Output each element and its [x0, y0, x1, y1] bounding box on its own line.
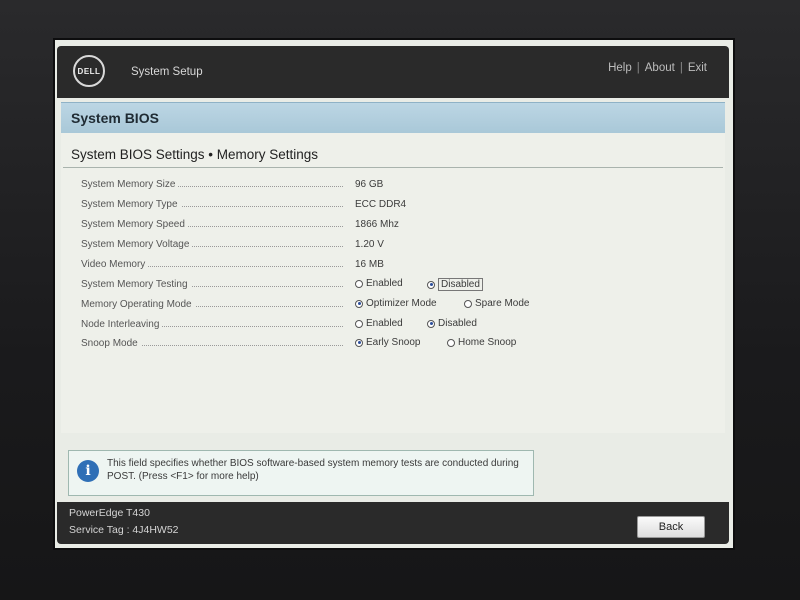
link-separator: |	[636, 62, 640, 74]
radio-label: Optimizer Mode	[366, 298, 437, 309]
radio-label: Home Snoop	[458, 337, 517, 348]
radio-button[interactable]	[447, 338, 455, 347]
section-bar: System BIOS	[61, 102, 725, 134]
setting-label: Memory Operating Mode	[81, 299, 343, 310]
section-title: System BIOS	[71, 110, 159, 126]
setting-value: 1.20 V	[355, 239, 384, 250]
setting-row-memory-voltage: System Memory Voltage 1.20 V	[81, 236, 701, 254]
about-link[interactable]: About	[645, 62, 675, 74]
setting-row-node-interleaving: Node Interleaving Enabled Disabled	[81, 316, 701, 334]
setting-label-text: Snoop Mode	[81, 338, 141, 349]
help-link[interactable]: Help	[608, 62, 632, 74]
setting-label: Snoop Mode	[81, 338, 343, 349]
radio-button-selected[interactable]	[427, 280, 435, 289]
setting-row-memory-size: System Memory Size 96 GB	[81, 176, 701, 194]
setting-label: System Memory Type	[81, 199, 343, 210]
setting-row-video-memory: Video Memory 16 MB	[81, 256, 701, 274]
setting-label-text: System Memory Testing	[81, 279, 191, 290]
radio-label: Enabled	[366, 278, 403, 289]
setting-label-text: System Memory Size	[81, 179, 179, 190]
setting-label-text: Node Interleaving	[81, 319, 163, 330]
setting-value: ECC DDR4	[355, 199, 407, 210]
radio-option-disabled[interactable]: Disabled	[427, 318, 477, 329]
radio-button-selected[interactable]	[427, 319, 435, 328]
radio-option-disabled[interactable]: Disabled	[427, 278, 483, 291]
app-title: System Setup	[131, 66, 203, 78]
radio-label: Disabled	[438, 318, 477, 329]
setting-value: 1866 Mhz	[355, 219, 399, 230]
setting-label-text: System Memory Speed	[81, 219, 188, 230]
radio-option-optimizer-mode[interactable]: Optimizer Mode	[355, 298, 437, 309]
info-icon: i	[77, 460, 99, 482]
system-model: PowerEdge T430	[69, 507, 150, 519]
top-links: Help | About | Exit	[608, 62, 707, 74]
radio-label: Enabled	[366, 318, 403, 329]
exit-link[interactable]: Exit	[688, 62, 707, 74]
radio-option-enabled[interactable]: Enabled	[355, 318, 403, 329]
setting-label: System Memory Speed	[81, 219, 343, 230]
setting-row-memory-speed: System Memory Speed 1866 Mhz	[81, 216, 701, 234]
setting-label-text: System Memory Voltage	[81, 239, 193, 250]
page-title: System BIOS Settings • Memory Settings	[71, 147, 319, 162]
setting-label: System Memory Voltage	[81, 239, 343, 250]
radio-option-early-snoop[interactable]: Early Snoop	[355, 337, 420, 348]
divider	[63, 167, 723, 168]
radio-label-focused: Disabled	[438, 278, 483, 291]
radio-button[interactable]	[464, 299, 472, 308]
back-button[interactable]: Back	[637, 516, 705, 538]
setting-label-text: Video Memory	[81, 259, 149, 270]
setting-label: Node Interleaving	[81, 319, 343, 330]
link-separator: |	[679, 62, 683, 74]
radio-button-selected[interactable]	[355, 299, 363, 308]
setting-row-operating-mode: Memory Operating Mode Optimizer Mode Spa…	[81, 296, 701, 314]
setting-row-snoop-mode: Snoop Mode Early Snoop Home Snoop	[81, 335, 701, 353]
setting-label-text: Memory Operating Mode	[81, 299, 195, 310]
radio-button[interactable]	[355, 279, 363, 288]
top-bar: DELL System Setup Help | About | Exit	[57, 46, 729, 98]
settings-page: System BIOS Settings • Memory Settings S…	[61, 133, 725, 433]
radio-button[interactable]	[355, 319, 363, 328]
radio-label: Early Snoop	[366, 337, 421, 348]
radio-option-spare-mode[interactable]: Spare Mode	[464, 298, 529, 309]
setting-label: Video Memory	[81, 259, 343, 270]
help-text: This field specifies whether BIOS softwa…	[107, 458, 519, 482]
bios-screen: DELL System Setup Help | About | Exit System…	[55, 40, 733, 548]
setting-value: 96 GB	[355, 179, 384, 190]
service-tag: Service Tag : 4J4HW52	[69, 524, 179, 536]
setting-row-memory-testing: System Memory Testing Enabled Disabled	[81, 276, 701, 294]
dell-logo: DELL	[73, 55, 105, 87]
radio-option-home-snoop[interactable]: Home Snoop	[447, 337, 516, 348]
setting-row-memory-type: System Memory Type ECC DDR4	[81, 196, 701, 214]
radio-button-selected[interactable]	[355, 338, 363, 347]
radio-label: Spare Mode	[475, 298, 530, 309]
radio-option-enabled[interactable]: Enabled	[355, 278, 403, 289]
help-panel: i This field specifies whether BIOS soft…	[68, 450, 534, 496]
setting-label: System Memory Size	[81, 179, 343, 190]
setting-value: 16 MB	[355, 259, 384, 270]
bottom-bar: PowerEdge T430 Service Tag : 4J4HW52 Bac…	[57, 502, 729, 544]
setting-label-text: System Memory Type	[81, 199, 181, 210]
setting-label: System Memory Testing	[81, 279, 343, 290]
